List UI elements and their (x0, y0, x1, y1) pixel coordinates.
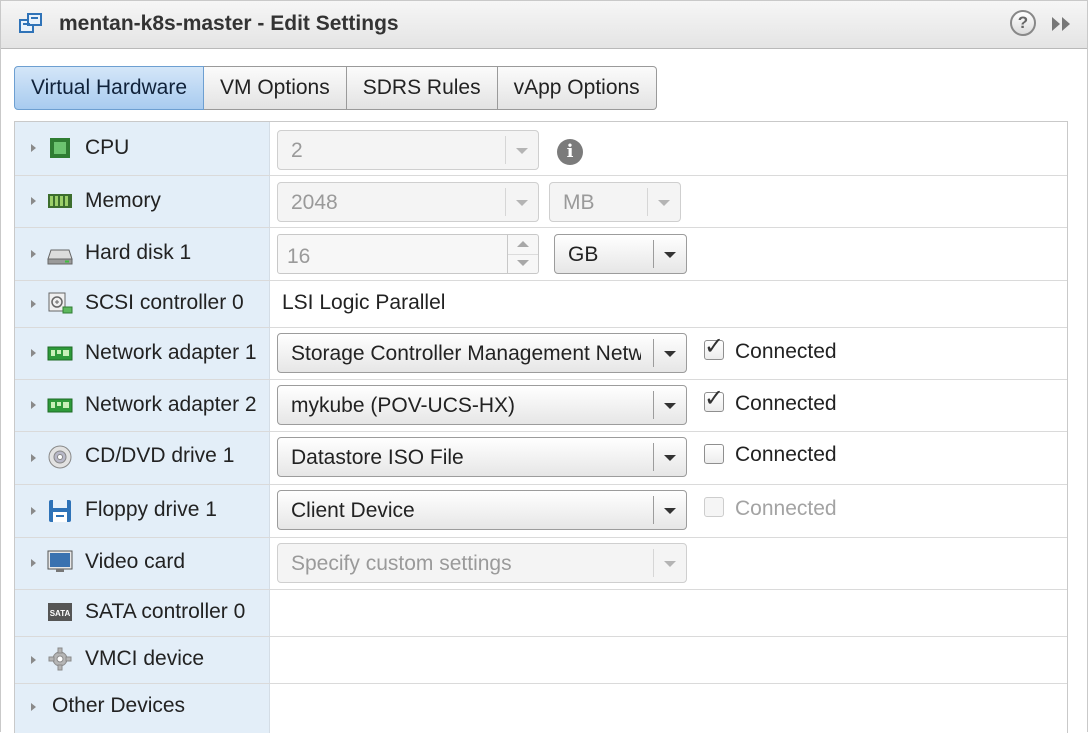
expand-arrow-icon[interactable] (31, 507, 36, 515)
chevron-down-icon (653, 443, 686, 471)
expand-arrow-icon[interactable] (31, 349, 36, 357)
virtual-hardware-grid: CPU 2 i Memory 2048 MB Hard disk 1 16 GB… (14, 121, 1068, 733)
dialog-title: mentan-k8s-master - Edit Settings (59, 12, 399, 35)
hard-disk-unit-select[interactable]: GB (554, 234, 687, 274)
chevron-down-icon (653, 339, 686, 367)
network-adapter-1-select[interactable]: Storage Controller Management Network (277, 333, 687, 373)
svg-text:SATA: SATA (50, 609, 71, 618)
connected-label: Connected (735, 443, 837, 466)
connected-label: Connected (735, 340, 837, 363)
tab-virtual-hardware[interactable]: Virtual Hardware (14, 66, 205, 110)
connected-label: Connected (735, 497, 837, 520)
hard-disk-size-stepper[interactable]: 16 (277, 234, 539, 274)
device-row-cpu: CPU 2 i (15, 122, 1067, 176)
hard-disk-icon (47, 249, 73, 265)
device-label: Network adapter 2 (85, 393, 257, 416)
device-row-cd-dvd-drive-1: CD/DVD drive 1 Datastore ISO File Connec… (15, 432, 1067, 485)
chevron-down-icon (505, 188, 538, 216)
floppy-device-select[interactable]: Client Device (277, 490, 687, 530)
expand-arrow-icon[interactable] (31, 454, 36, 462)
chevron-down-icon (653, 496, 686, 524)
video-card-settings-select[interactable]: Specify custom settings (277, 543, 687, 583)
device-label: SCSI controller 0 (85, 291, 244, 314)
floppy-connected-checkbox[interactable] (704, 497, 724, 517)
cpu-icon (50, 138, 70, 158)
tab-sdrs-rules[interactable]: SDRS Rules (346, 66, 498, 110)
scsi-controller-icon (48, 292, 73, 314)
device-row-video-card: Video card Specify custom settings (15, 538, 1067, 590)
device-row-scsi-controller-0: SCSI controller 0 LSI Logic Parallel (15, 281, 1067, 328)
device-row-other-devices: Other Devices (15, 684, 1067, 733)
expand-arrow-icon[interactable] (31, 559, 36, 567)
expand-arrow-icon[interactable] (31, 401, 36, 409)
device-label: CPU (85, 136, 130, 159)
network-adapter-2-select[interactable]: mykube (POV-UCS-HX) (277, 385, 687, 425)
chevron-down-icon (653, 240, 686, 268)
checkmark-icon: ✓ (704, 385, 725, 412)
device-label: Floppy drive 1 (85, 498, 217, 521)
tab-vm-options[interactable]: VM Options (204, 66, 347, 110)
gear-icon (48, 647, 72, 671)
device-label: CD/DVD drive 1 (85, 444, 235, 467)
checkmark-icon: ✓ (704, 333, 725, 360)
expand-arrow-icon[interactable] (31, 144, 36, 152)
floppy-icon (49, 500, 71, 522)
expand-arrow-icon[interactable] (31, 300, 36, 308)
device-row-vmci-device: VMCI device (15, 637, 1067, 684)
network-adapter-1-connected-checkbox[interactable]: ✓ (704, 335, 724, 360)
info-icon[interactable]: i (557, 139, 583, 165)
device-label: VMCI device (85, 647, 205, 670)
cd-dvd-connected-checkbox[interactable] (704, 444, 724, 464)
device-label: Memory (85, 189, 161, 212)
device-label: Video card (85, 550, 186, 573)
memory-unit-select[interactable]: MB (549, 182, 681, 222)
network-adapter-icon (47, 346, 73, 361)
expand-arrow-icon[interactable] (31, 656, 36, 664)
device-row-hard-disk-1: Hard disk 1 16 GB (15, 228, 1067, 281)
collapse-panel-icon[interactable] (1050, 14, 1074, 34)
expand-arrow-icon[interactable] (31, 703, 36, 711)
tab-vapp-options[interactable]: vApp Options (497, 66, 657, 110)
cd-dvd-media-select[interactable]: Datastore ISO File (277, 437, 687, 477)
network-adapter-2-connected-checkbox[interactable]: ✓ (704, 387, 724, 412)
device-row-memory: Memory 2048 MB (15, 176, 1067, 228)
device-row-sata-controller-0: SATA SATA controller 0 (15, 590, 1067, 637)
tab-bar: Virtual Hardware VM Options SDRS Rules v… (14, 66, 657, 110)
memory-icon (48, 194, 72, 208)
expand-arrow-icon[interactable] (31, 197, 36, 205)
connected-label: Connected (735, 392, 837, 415)
chevron-down-icon (653, 549, 686, 577)
sata-controller-icon: SATA (48, 603, 72, 621)
scsi-controller-type: LSI Logic Parallel (282, 291, 446, 314)
cd-dvd-icon (48, 445, 72, 469)
chevron-down-icon (505, 136, 538, 164)
vm-icon (19, 13, 42, 33)
expand-arrow-icon[interactable] (31, 250, 36, 258)
device-row-floppy-drive-1: Floppy drive 1 Client Device Connected (15, 485, 1067, 538)
chevron-down-icon (647, 188, 680, 216)
device-label: SATA controller 0 (85, 600, 246, 623)
network-adapter-icon (47, 398, 73, 413)
device-label: Hard disk 1 (85, 241, 192, 264)
help-icon[interactable]: ? (1010, 10, 1036, 36)
dialog-titlebar: mentan-k8s-master - Edit Settings ? (0, 0, 1088, 49)
device-label: Network adapter 1 (85, 341, 257, 364)
device-row-network-adapter-2: Network adapter 2 mykube (POV-UCS-HX) ✓ … (15, 380, 1067, 432)
stepper-down-icon[interactable] (517, 260, 529, 266)
chevron-down-icon (653, 391, 686, 419)
memory-size-select[interactable]: 2048 (277, 182, 539, 222)
cpu-count-select[interactable]: 2 (277, 130, 539, 170)
device-row-network-adapter-1: Network adapter 1 Storage Controller Man… (15, 328, 1067, 380)
device-label: Other Devices (52, 694, 186, 717)
stepper-up-icon[interactable] (517, 241, 529, 247)
video-card-icon (47, 550, 73, 572)
